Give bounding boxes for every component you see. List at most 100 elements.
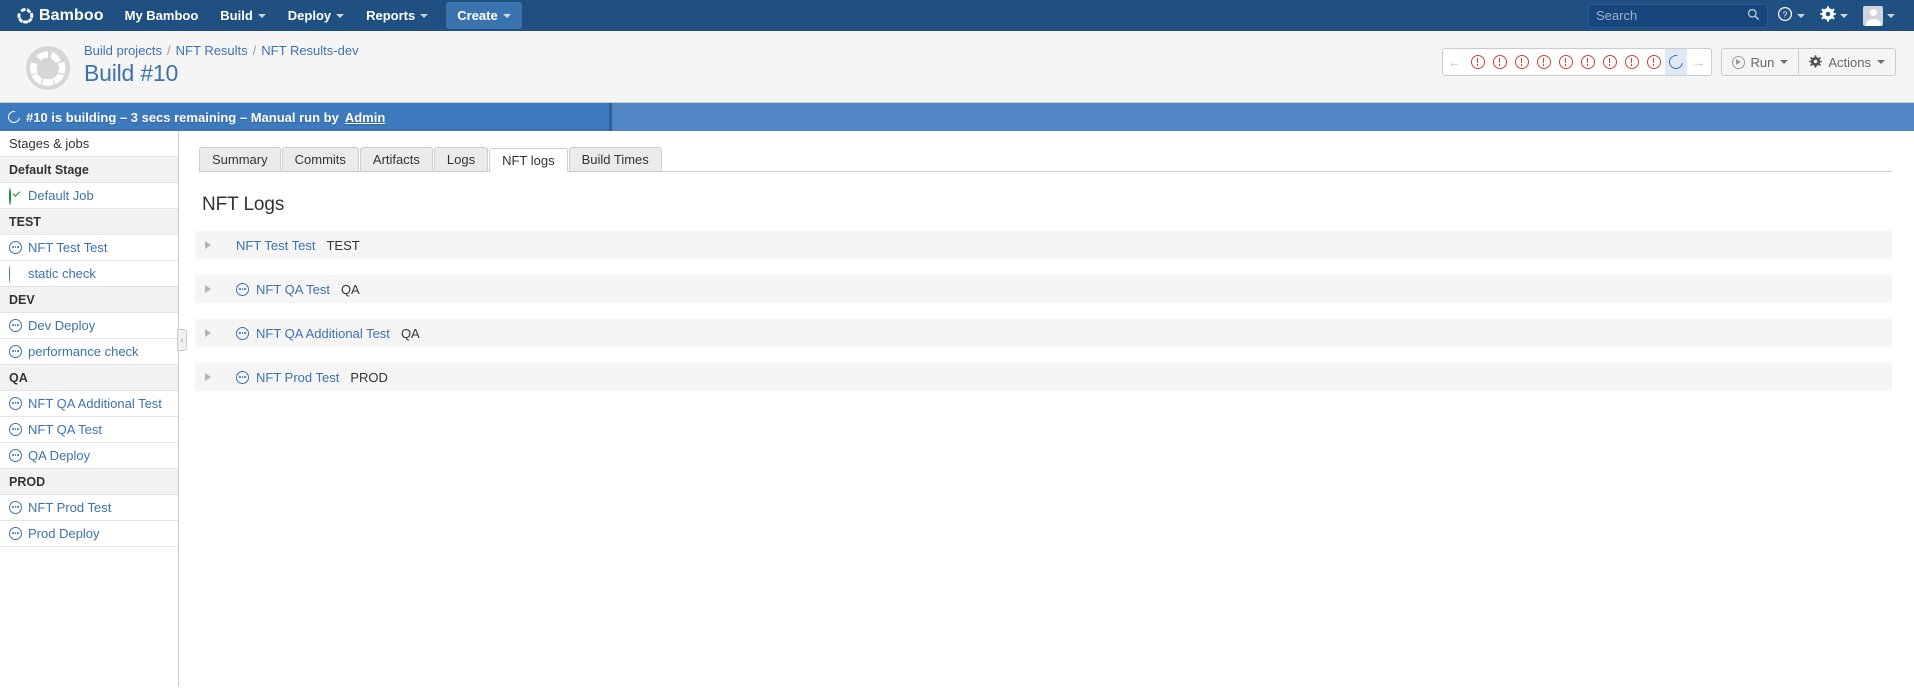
error-circle-icon (1514, 55, 1529, 69)
sidebar-job-dev-deploy[interactable]: Dev Deploy (0, 313, 178, 339)
error-circle-icon (1536, 55, 1551, 69)
gear-icon (1820, 6, 1836, 25)
sidebar-job-nft-prod-test[interactable]: NFT Prod Test (0, 495, 178, 521)
nav-item-build[interactable]: Build (209, 2, 277, 29)
error-circle-icon (1602, 55, 1617, 69)
top-navigation-right: ? (1588, 2, 1905, 30)
actions-button-label: Actions (1828, 54, 1871, 70)
log-row-name[interactable]: NFT Prod Test (256, 370, 339, 385)
tab-summary[interactable]: Summary (199, 147, 281, 171)
pending-circle-icon (236, 370, 249, 384)
sidebar-stage-label: QA (9, 370, 28, 385)
build-status-user-link[interactable]: Admin (345, 110, 385, 125)
nav-item-reports[interactable]: Reports (355, 2, 439, 29)
error-circle-icon (1624, 55, 1639, 69)
chevron-down-icon (420, 13, 429, 18)
run-button-label: Run (1750, 54, 1775, 70)
log-row-nft-prod-test[interactable]: NFT Prod Test PROD (195, 363, 1892, 391)
breadcrumb-item-nft-results-dev[interactable]: NFT Results-dev (261, 43, 358, 58)
chevron-down-icon (1887, 13, 1895, 18)
sidebar-job-performance-check[interactable]: performance check (0, 339, 178, 365)
log-row-env: QA (400, 325, 420, 341)
pending-circle-icon (9, 448, 23, 463)
sidebar-collapse-handle[interactable]: ‹ (177, 329, 187, 351)
chevron-down-icon (336, 13, 345, 18)
sidebar-job-label: QA Deploy (28, 448, 91, 463)
sidebar-stage-test: TEST (0, 209, 178, 235)
sidebar-job-static-check[interactable]: static check (0, 261, 178, 287)
user-profile-menu-button[interactable] (1857, 2, 1901, 30)
create-button[interactable]: Create (446, 2, 522, 29)
bamboo-logo[interactable]: Bamboo (9, 7, 114, 25)
search-box[interactable] (1588, 3, 1768, 28)
strip-result-6[interactable] (1577, 49, 1599, 75)
breadcrumb-item-nft-results[interactable]: NFT Results (176, 43, 248, 58)
log-row-nft-qa-additional-test[interactable]: NFT QA Additional Test QA (195, 319, 1892, 347)
strip-result-9[interactable] (1643, 49, 1665, 75)
run-button[interactable]: Run (1720, 48, 1799, 76)
strip-result-1[interactable] (1467, 49, 1489, 75)
strip-next-arrow[interactable]: → (1687, 49, 1711, 75)
pending-circle-icon (9, 500, 23, 515)
tab-logs[interactable]: Logs (433, 147, 489, 171)
sidebar-job-qa-deploy[interactable]: QA Deploy (0, 443, 178, 469)
sidebar-stage-label: Default Stage (9, 162, 89, 177)
sidebar-job-nft-test-test[interactable]: NFT Test Test (0, 235, 178, 261)
tab-nft-logs[interactable]: NFT logs (489, 148, 568, 172)
sidebar-job-label: Default Job (28, 188, 94, 203)
sidebar-job-label: NFT Prod Test (28, 500, 112, 515)
breadcrumb-item-build-projects[interactable]: Build projects (84, 43, 162, 58)
settings-menu-button[interactable] (1814, 2, 1854, 29)
pending-circle-icon (9, 526, 23, 541)
log-row-name[interactable]: NFT Test Test (236, 238, 315, 253)
log-row-nft-qa-test[interactable]: NFT QA Test QA (195, 275, 1892, 303)
sidebar-title-label: Stages & jobs (9, 136, 90, 151)
breadcrumb-separator: / (167, 43, 171, 58)
sidebar-job-default-job[interactable]: Default Job (0, 183, 178, 209)
log-row-nft-test-test[interactable]: NFT Test Test TEST (195, 231, 1892, 259)
strip-result-10-current[interactable] (1664, 49, 1687, 75)
sidebar-stage-dev: DEV (0, 287, 178, 313)
nav-item-reports-label: Reports (366, 8, 416, 23)
strip-result-3[interactable] (1511, 49, 1533, 75)
pending-circle-icon (236, 326, 249, 340)
triangle-right-icon[interactable] (205, 285, 211, 293)
top-navigation-bar: Bamboo My Bamboo Build Deploy Reports Cr… (0, 0, 1914, 31)
tab-build-times[interactable]: Build Times (568, 147, 662, 171)
log-row-name[interactable]: NFT QA Additional Test (256, 326, 390, 341)
help-menu-button[interactable]: ? (1771, 2, 1811, 29)
strip-result-2[interactable] (1489, 49, 1511, 75)
strip-result-7[interactable] (1599, 49, 1621, 75)
log-row-name[interactable]: NFT QA Test (256, 282, 330, 297)
tab-build-times-label: Build Times (581, 152, 649, 167)
create-button-label: Create (457, 8, 498, 23)
error-circle-icon (1580, 55, 1595, 69)
tab-commits[interactable]: Commits (281, 147, 359, 171)
nav-item-my-bamboo[interactable]: My Bamboo (114, 2, 210, 29)
search-input[interactable] (1596, 8, 1747, 23)
actions-button[interactable]: Actions (1798, 48, 1896, 76)
sidebar-stage-qa: QA (0, 365, 178, 391)
nav-item-deploy-label: Deploy (287, 8, 332, 23)
strip-result-4[interactable] (1533, 49, 1555, 75)
error-circle-icon (1558, 55, 1573, 69)
triangle-right-icon[interactable] (205, 373, 211, 381)
triangle-right-icon[interactable] (205, 241, 211, 249)
strip-result-8[interactable] (1621, 49, 1643, 75)
chevron-down-icon (257, 13, 266, 18)
triangle-right-icon[interactable] (205, 329, 211, 337)
search-icon[interactable] (1747, 8, 1760, 24)
sidebar-job-nft-qa-test[interactable]: NFT QA Test (0, 417, 178, 443)
chevron-down-icon (1877, 60, 1885, 64)
chevron-down-icon (1780, 60, 1789, 64)
sidebar-job-prod-deploy[interactable]: Prod Deploy (0, 521, 178, 547)
strip-prev-arrow[interactable]: ← (1443, 49, 1467, 75)
nav-item-deploy[interactable]: Deploy (277, 2, 355, 29)
tab-summary-label: Summary (212, 152, 268, 167)
log-row-env: PROD (350, 369, 388, 385)
sidebar-job-label: Dev Deploy (28, 318, 96, 333)
tab-artifacts[interactable]: Artifacts (359, 147, 433, 171)
pending-circle-icon (9, 240, 23, 255)
strip-result-5[interactable] (1555, 49, 1577, 75)
sidebar-job-nft-qa-additional-test[interactable]: NFT QA Additional Test (0, 391, 178, 417)
